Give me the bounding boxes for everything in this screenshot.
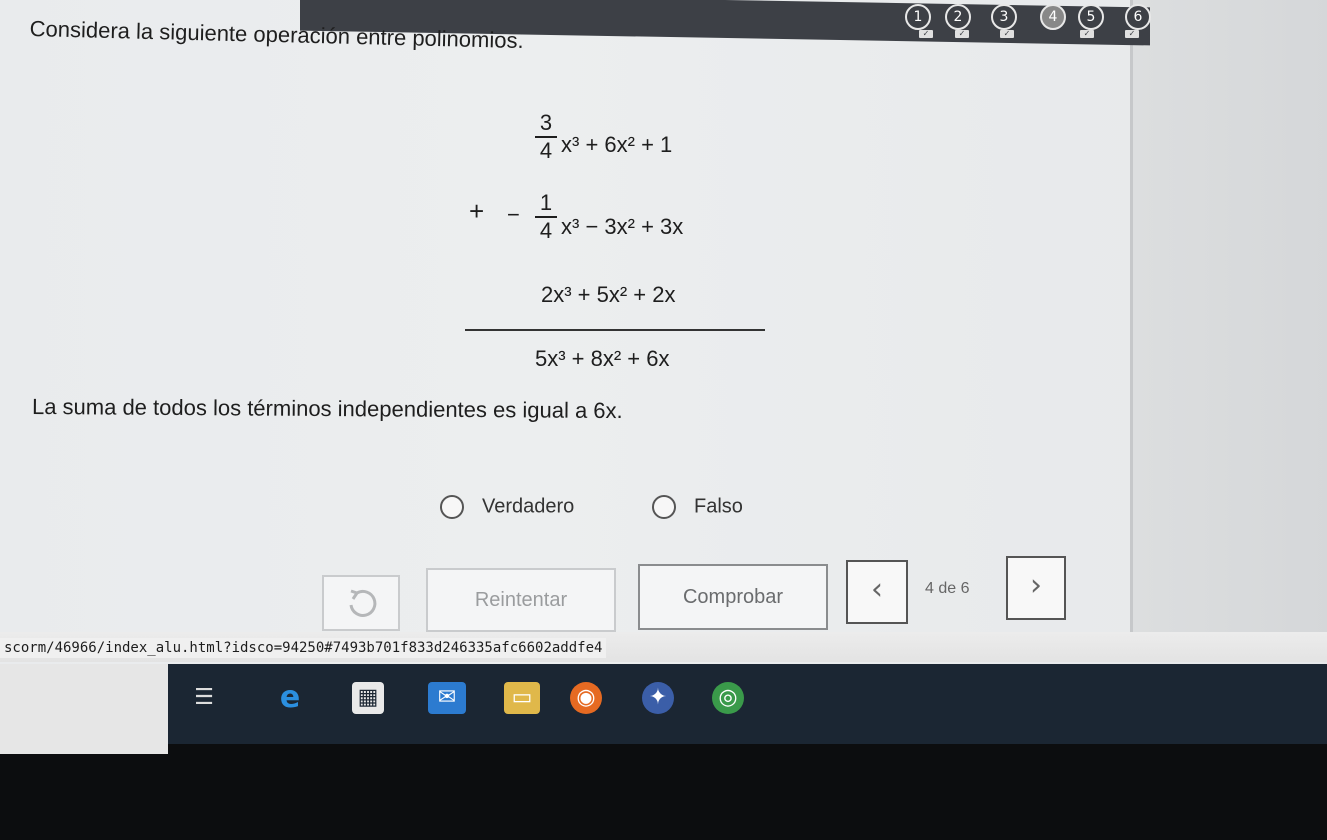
poly-row-3: 2x³ + 5x² + 2x <box>541 282 676 307</box>
polynomial-operation: 3 4 x³ + 6x² + 1 + − 1 4 x³ − 3x² + 3x 2… <box>455 110 775 380</box>
fraction-numerator: 3 <box>535 110 557 138</box>
option-true[interactable]: Verdadero <box>440 495 574 519</box>
step-3[interactable]: 3 <box>991 4 1017 30</box>
sum-line <box>465 329 765 331</box>
check-icon: ✓ <box>919 30 933 38</box>
option-false-label: Falso <box>694 495 743 518</box>
chevron-right-icon: › <box>1030 568 1042 603</box>
step-6[interactable]: 6 <box>1125 4 1151 30</box>
taskbar: ☰ e ▦ ✉ ▭ ◉ ✦ ◎ <box>168 664 1327 744</box>
right-panel <box>1130 0 1327 640</box>
chrome-icon[interactable]: ◎ <box>712 682 744 714</box>
status-url: scorm/46966/index_alu.html?idsco=94250#7… <box>0 638 607 658</box>
explorer-icon[interactable]: ▭ <box>504 682 540 714</box>
fraction-numerator: 1 <box>535 190 557 218</box>
store-icon[interactable]: ▦ <box>352 682 384 714</box>
step-2[interactable]: 2 <box>945 4 971 30</box>
next-button[interactable]: › <box>1006 556 1066 620</box>
radio-circle[interactable] <box>440 495 464 519</box>
fraction-denominator: 4 <box>539 218 553 243</box>
check-button[interactable]: Comprobar <box>638 564 828 630</box>
chevron-left-icon: ‹ <box>871 572 883 607</box>
edge-icon[interactable]: e <box>274 682 306 714</box>
poly-row-2: x³ − 3x² + 3x <box>561 214 684 239</box>
fraction: 3 4 <box>535 110 557 164</box>
app-icon[interactable]: ✦ <box>642 682 674 714</box>
option-false[interactable]: Falso <box>652 495 743 519</box>
check-icon: ✓ <box>1125 30 1139 38</box>
firefox-icon[interactable]: ◉ <box>570 682 602 714</box>
fraction-denominator: 4 <box>539 138 553 163</box>
step-5[interactable]: 5 <box>1078 4 1104 30</box>
poly-result: 5x³ + 8x² + 6x <box>535 346 670 371</box>
check-icon: ✓ <box>1000 30 1014 38</box>
undo-button[interactable] <box>322 575 400 631</box>
radio-circle[interactable] <box>652 495 676 519</box>
task-view-icon[interactable]: ☰ <box>188 682 220 714</box>
check-icon: ✓ <box>1080 30 1094 38</box>
page-indicator: 4 de 6 <box>925 580 970 597</box>
option-true-label: Verdadero <box>482 495 575 518</box>
taskbar-left <box>0 664 168 754</box>
mail-icon[interactable]: ✉ <box>428 682 466 714</box>
minus-sign: − <box>507 202 520 227</box>
progress-steps: 1 2 3 4 5 6 ✓ ✓ ✓ ✓ ✓ <box>905 2 1151 38</box>
question-statement: La suma de todos los términos independie… <box>31 393 623 424</box>
fraction: 1 4 <box>535 190 557 244</box>
step-4[interactable]: 4 <box>1040 4 1066 30</box>
plus-sign: + <box>469 196 485 226</box>
poly-row-1: x³ + 6x² + 1 <box>561 132 673 157</box>
undo-icon <box>349 589 377 617</box>
check-icon: ✓ <box>955 30 969 38</box>
step-1[interactable]: 1 <box>905 4 931 30</box>
prev-button[interactable]: ‹ <box>846 560 908 624</box>
retry-button[interactable]: Reintentar <box>426 568 616 632</box>
